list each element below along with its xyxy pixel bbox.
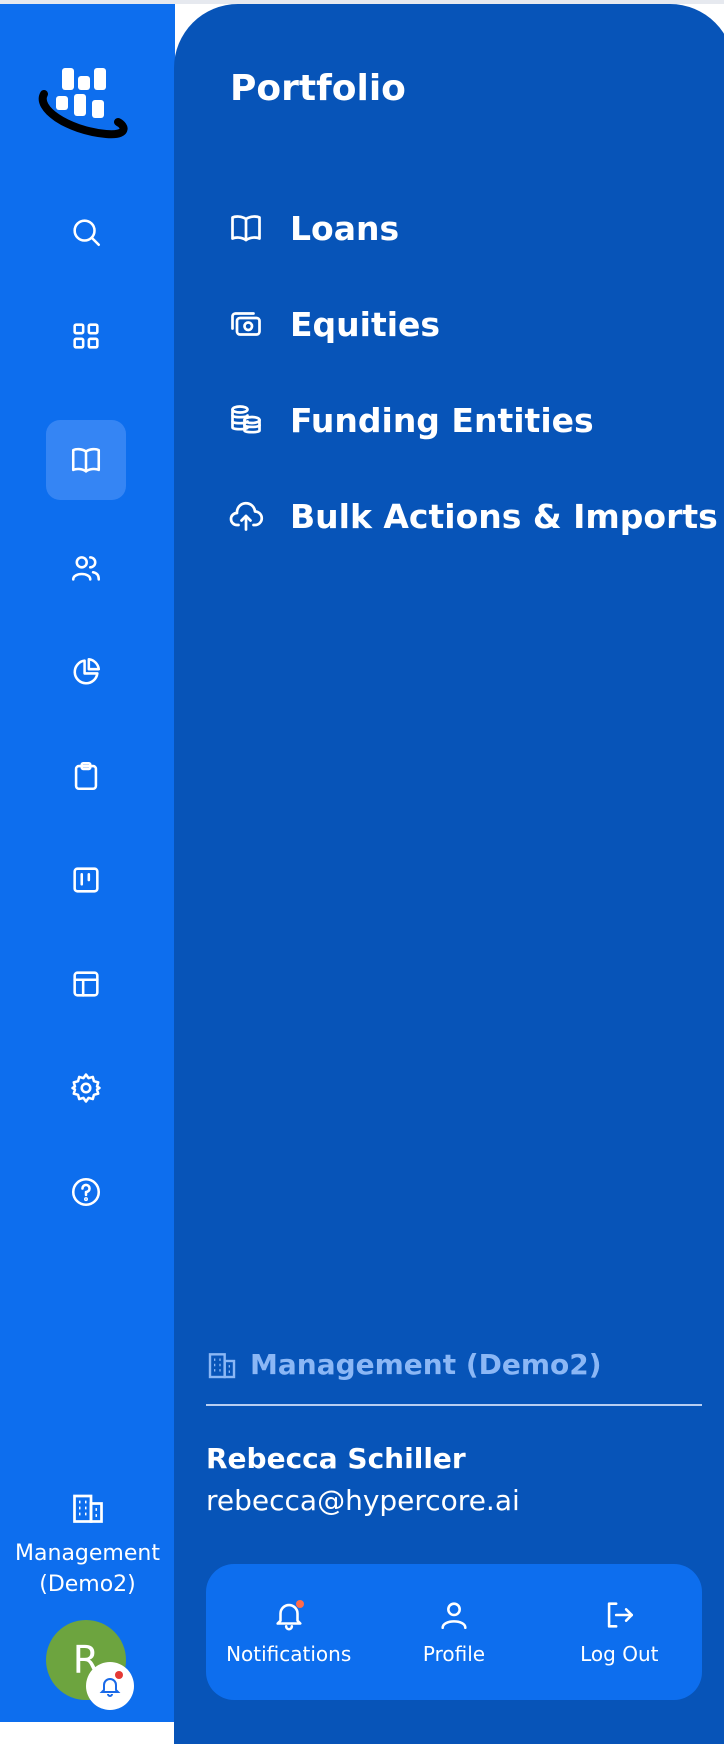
kanban-icon [73, 867, 99, 893]
rail-tasks-button[interactable] [46, 736, 126, 816]
grid-icon [73, 323, 99, 349]
rail-portfolio-button[interactable] [46, 420, 126, 500]
profile-button[interactable]: Profile [379, 1598, 529, 1666]
account-actions: Notifications Profile Log Out [206, 1564, 702, 1700]
search-icon [73, 219, 101, 247]
rail-settings-button[interactable] [46, 1048, 126, 1128]
coins-icon [231, 405, 261, 434]
portfolio-flyout-panel: Portfolio Loans Equities Funding Entitie… [174, 4, 724, 1744]
divider [206, 1404, 702, 1406]
pie-chart-icon [73, 657, 101, 685]
clipboard-icon [74, 761, 98, 791]
menu-item-label: Funding Entities [290, 400, 594, 440]
profile-label: Profile [422, 1642, 486, 1666]
rail-boards-button[interactable] [46, 840, 126, 920]
logout-button[interactable]: Log Out [544, 1598, 694, 1666]
menu-item-label: Equities [290, 304, 441, 344]
user-name: Rebecca Schiller [206, 1442, 466, 1475]
rail-tables-button[interactable] [46, 944, 126, 1024]
notifications-label: Notifications [226, 1642, 352, 1666]
book-icon [71, 447, 101, 473]
menu-item-funding-entities[interactable]: Funding Entities [228, 392, 688, 448]
rail-organization-label: Management (Demo2) [15, 1541, 160, 1597]
menu-item-label: Loans [290, 208, 400, 248]
rail-reports-button[interactable] [46, 632, 126, 712]
hypercore-logo-icon[interactable] [36, 68, 140, 154]
user-email: rebecca@hypercore.ai [206, 1484, 520, 1517]
book-icon [231, 215, 261, 242]
notification-dot [115, 1671, 123, 1679]
avatar-notification-badge[interactable] [86, 1662, 134, 1710]
user-icon [441, 1602, 467, 1630]
rail-help-button[interactable] [46, 1152, 126, 1232]
panel-title: Portfolio [230, 68, 406, 109]
menu-item-loans[interactable]: Loans [228, 200, 688, 256]
building-icon [72, 1494, 103, 1523]
table-icon [73, 971, 99, 997]
logout-label: Log Out [580, 1642, 659, 1666]
rail-contacts-button[interactable] [46, 528, 126, 608]
rail-organization[interactable]: Management (Demo2) [0, 1490, 175, 1600]
help-icon [71, 1177, 101, 1207]
building-icon [208, 1352, 236, 1378]
users-icon [71, 556, 101, 581]
cash-icon [231, 312, 261, 336]
menu-item-bulk-actions[interactable]: Bulk Actions & Imports [228, 488, 718, 544]
rail-dashboard-button[interactable] [46, 296, 126, 376]
menu-item-label: Bulk Actions & Imports [290, 496, 718, 536]
rail-search-button[interactable] [46, 192, 126, 272]
logout-icon [608, 1602, 634, 1628]
icon-rail: Management (Demo2) R [0, 4, 175, 1722]
organization-name: Management (Demo2) [250, 1348, 602, 1381]
gear-icon [71, 1073, 101, 1103]
notification-dot [295, 1600, 304, 1608]
organization-switcher[interactable]: Management (Demo2) [206, 1348, 602, 1381]
menu-item-equities[interactable]: Equities [228, 296, 688, 352]
notifications-button[interactable]: Notifications [214, 1598, 364, 1666]
cloud-upload-icon [229, 501, 264, 531]
